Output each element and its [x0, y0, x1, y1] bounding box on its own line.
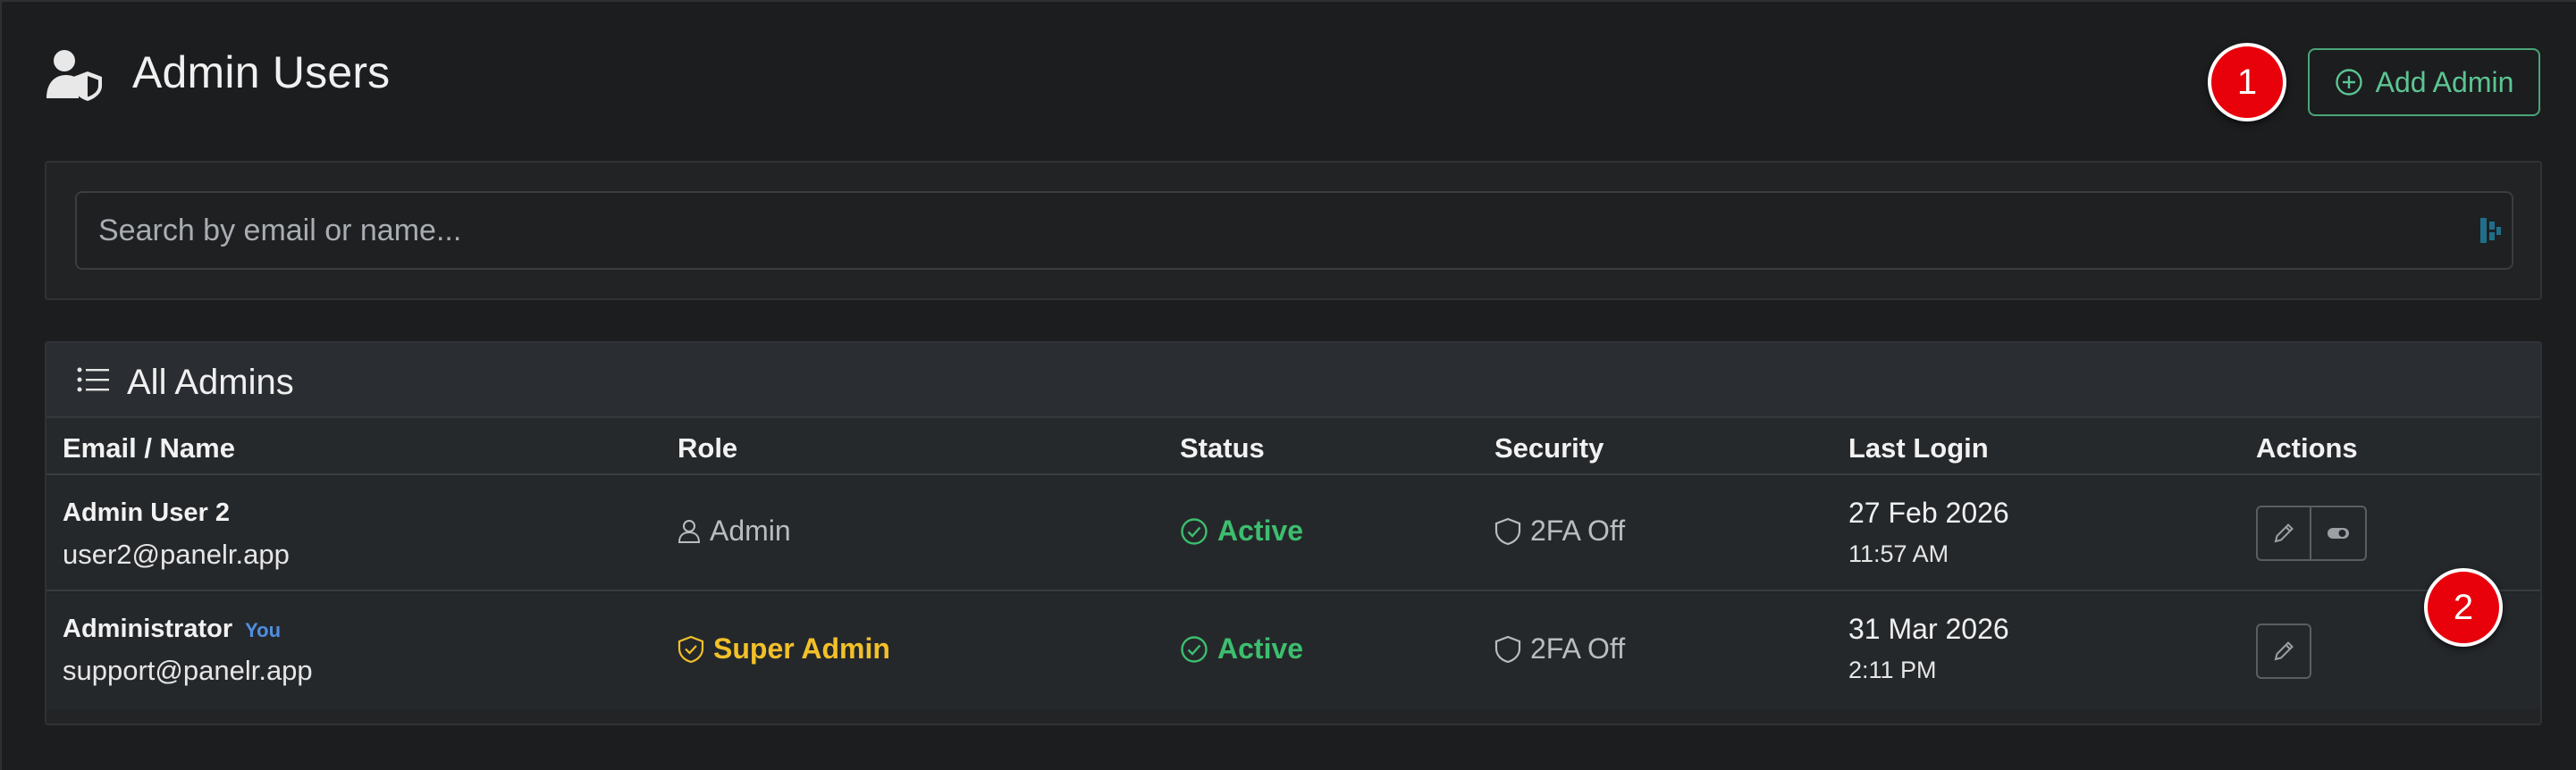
- role-label: Super Admin: [713, 632, 890, 665]
- check-circle-icon: [1181, 635, 1208, 663]
- card-title: All Admins: [127, 363, 294, 402]
- search-placeholder: Search by email or name...: [98, 213, 462, 247]
- admin-email: user2@panelr.app: [63, 539, 290, 570]
- page-title: Admin Users: [132, 47, 391, 97]
- admin-name-line: Administrator You: [63, 615, 313, 644]
- role-cell: Super Admin: [678, 632, 890, 665]
- security-cell: 2FA Off: [1494, 515, 1625, 548]
- last-login-time: 2:11 PM: [1848, 657, 1937, 683]
- pencil-icon: [2274, 523, 2294, 543]
- status-label: Active: [1217, 515, 1304, 547]
- actions-cell: [2256, 506, 2367, 561]
- last-login-date: 27 Feb 2026: [1848, 497, 2009, 529]
- toggle-active-button[interactable]: [2311, 506, 2367, 561]
- actions-cell: [2256, 624, 2311, 679]
- security-label: 2FA Off: [1530, 515, 1626, 547]
- you-badge: You: [245, 619, 282, 641]
- search-input[interactable]: Search by email or name...: [75, 191, 2513, 270]
- toggle-icon: [2328, 528, 2349, 539]
- search-card: Search by email or name...: [45, 161, 2542, 300]
- status-cell: Active: [1180, 515, 1303, 548]
- security-label: 2FA Off: [1530, 632, 1626, 665]
- edit-button[interactable]: [2256, 624, 2311, 679]
- last-login-cell: 31 Mar 2026 2:11 PM: [1848, 613, 2009, 684]
- role-cell: Admin: [678, 515, 791, 548]
- password-manager-icon[interactable]: [2479, 216, 2503, 245]
- annotation-badge-2: 2: [2424, 568, 2503, 647]
- email-name-cell: Admin User 2 user2@panelr.app: [63, 498, 290, 571]
- annotation-badge-1: 1: [2208, 43, 2286, 121]
- column-header-actions: Actions: [2256, 432, 2358, 464]
- column-header-last-login[interactable]: Last Login: [1848, 432, 1989, 465]
- role-label: Admin: [710, 515, 791, 547]
- table-card-header: All Admins: [46, 343, 2540, 418]
- email-name-cell: Administrator You support@panelr.app: [63, 615, 313, 687]
- status-cell: Active: [1180, 632, 1303, 665]
- admins-table-card: All Admins Email / Name Role Status Secu…: [45, 341, 2542, 725]
- person-icon: [678, 519, 701, 543]
- column-header-role[interactable]: Role: [678, 432, 737, 465]
- table-header-row: Email / Name Role Status Security Last L…: [46, 418, 2540, 475]
- pencil-icon: [2274, 641, 2294, 661]
- shield-icon: [1494, 635, 1521, 663]
- column-header-email-name[interactable]: Email / Name: [63, 432, 235, 465]
- column-header-status[interactable]: Status: [1180, 432, 1265, 465]
- app-frame: Admin Users 1 Add Admin Search by email …: [0, 0, 2576, 770]
- admin-email: support@panelr.app: [63, 655, 313, 686]
- shield-icon: [1494, 517, 1521, 545]
- admin-name: Admin User 2: [63, 498, 230, 527]
- table-row: Admin User 2 user2@panelr.app Admin Acti…: [46, 475, 2540, 591]
- status-label: Active: [1217, 632, 1304, 665]
- users-shield-icon: [46, 50, 102, 101]
- add-admin-label: Add Admin: [2375, 65, 2514, 98]
- last-login-date: 31 Mar 2026: [1848, 613, 2009, 645]
- plus-circle-icon: [2335, 69, 2362, 96]
- list-icon: [77, 367, 109, 392]
- add-admin-button[interactable]: Add Admin: [2308, 48, 2540, 116]
- last-login-time: 11:57 AM: [1848, 540, 1949, 567]
- column-header-security[interactable]: Security: [1494, 432, 1604, 465]
- last-login-cell: 27 Feb 2026 11:57 AM: [1848, 497, 2009, 568]
- edit-button[interactable]: [2256, 506, 2311, 561]
- check-circle-icon: [1181, 517, 1208, 545]
- table-row: Administrator You support@panelr.app Supe…: [46, 593, 2540, 709]
- shield-check-icon: [678, 635, 704, 663]
- admin-name: Administrator: [63, 615, 233, 643]
- security-cell: 2FA Off: [1494, 632, 1625, 665]
